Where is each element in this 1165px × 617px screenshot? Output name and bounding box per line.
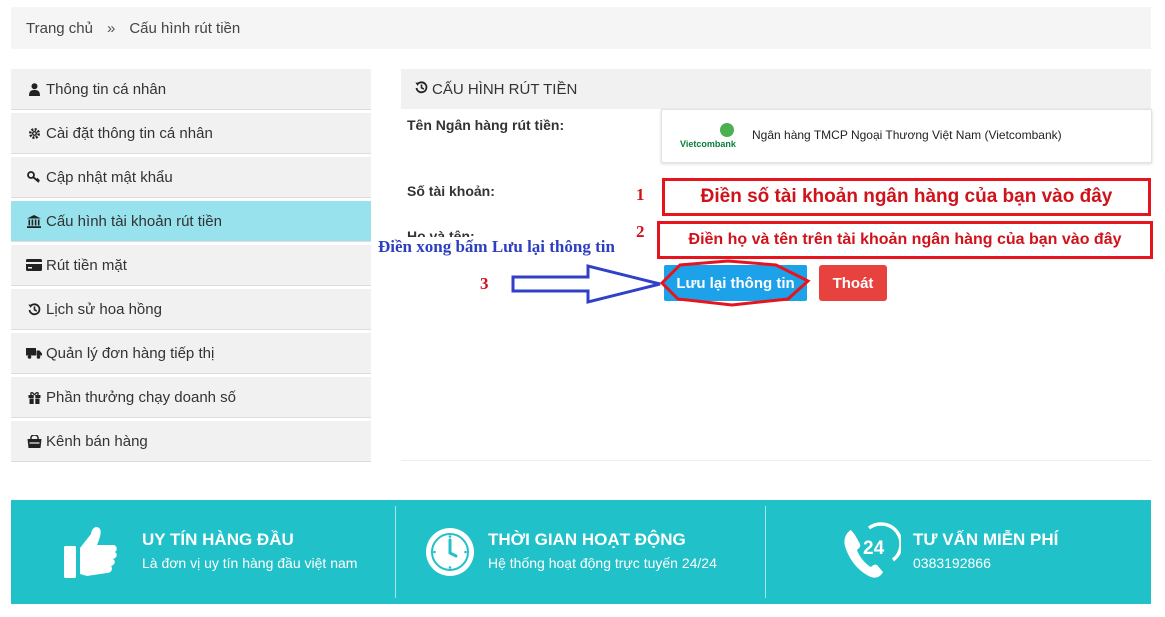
sidebar-item-marketing-orders[interactable]: Quản lý đơn hàng tiếp thị — [11, 333, 371, 374]
footer-sub-hours: Hệ thống hoạt động trực tuyến 24/24 — [488, 555, 717, 571]
truck-icon — [26, 347, 42, 359]
gear-icon — [26, 127, 42, 140]
sidebar-item-label: Phần thưởng chạy doanh số — [46, 388, 237, 406]
sidebar-item-label: Rút tiền mặt — [46, 256, 127, 274]
footer-sub-trust: Là đơn vị uy tín hàng đầu việt nam — [142, 555, 358, 571]
sidebar-item-label: Thông tin cá nhân — [46, 80, 167, 98]
footer-banner: UY TÍN HÀNG ĐẦU Là đơn vị uy tín hàng đầ… — [11, 500, 1151, 604]
callout-name-text: Điền họ và tên trên tài khoản ngân hàng … — [688, 231, 1122, 248]
bank-name-value: Ngân hàng TMCP Ngoại Thương Việt Nam (Vi… — [752, 128, 1062, 142]
sidebar: Thông tin cá nhân Cài đặt thông tin cá n… — [11, 69, 371, 465]
vietcombank-logo — [682, 123, 752, 137]
bank-name-label: Tên Ngân hàng rút tiền: — [407, 117, 565, 133]
sidebar-item-label: Quản lý đơn hàng tiếp thị — [46, 344, 215, 362]
sidebar-item-password[interactable]: Cập nhật mật khẩu — [11, 157, 371, 198]
breadcrumb: Trang chủ » Cấu hình rút tiền — [11, 7, 1151, 49]
credit-card-icon — [26, 259, 42, 271]
panel-divider — [401, 460, 1151, 461]
footer-title-consult: TƯ VẤN MIỄN PHÍ — [913, 530, 1059, 549]
step-number-2: 2 — [636, 222, 645, 241]
panel-title: CẤU HÌNH RÚT TIỀN — [432, 80, 578, 98]
callout-account-text: Điền số tài khoản ngân hàng của bạn vào … — [700, 186, 1113, 207]
footer-phone-number[interactable]: 0383192866 — [913, 555, 991, 571]
sidebar-item-label: Kênh bán hàng — [46, 432, 148, 450]
exit-button[interactable]: Thoát — [819, 265, 887, 301]
shop-icon — [26, 434, 42, 448]
bank-icon — [26, 214, 42, 228]
breadcrumb-home-link[interactable]: Trang chủ — [26, 20, 93, 37]
clock-icon — [426, 528, 474, 576]
key-icon — [26, 171, 42, 183]
phone-24-icon: 24 — [839, 520, 901, 582]
sidebar-item-commission-history[interactable]: Lịch sử hoa hồng — [11, 289, 371, 330]
sidebar-item-sales-rewards[interactable]: Phần thưởng chạy doanh số — [11, 377, 371, 418]
footer-divider — [395, 506, 396, 598]
sidebar-item-label: Cài đặt thông tin cá nhân — [46, 124, 213, 142]
save-highlight-outline — [659, 259, 811, 307]
sidebar-item-label: Lịch sử hoa hồng — [46, 300, 162, 318]
history-icon — [26, 302, 42, 316]
phone-24-badge: 24 — [863, 538, 885, 559]
user-icon — [26, 82, 42, 96]
step-number-3: 3 — [480, 274, 489, 293]
footer-title-hours: THỜI GIAN HOẠT ĐỘNG — [488, 530, 686, 549]
breadcrumb-separator: » — [106, 19, 116, 37]
sidebar-item-cash-withdraw[interactable]: Rút tiền mặt — [11, 245, 371, 286]
step-number-1: 1 — [636, 185, 645, 204]
sidebar-item-sales-channel[interactable]: Kênh bán hàng — [11, 421, 371, 462]
thumbs-up-icon — [64, 526, 117, 578]
arrow-right-icon — [511, 264, 661, 304]
vietcombank-logo-text: Vietcombank — [680, 139, 736, 149]
instruction-note: Điền xong bấm Lưu lại thông tin — [378, 237, 615, 256]
history-icon — [415, 81, 428, 97]
gift-icon — [26, 391, 42, 404]
account-number-label: Số tài khoản: — [407, 183, 495, 199]
sidebar-item-personal-info[interactable]: Thông tin cá nhân — [11, 69, 371, 110]
panel-header: CẤU HÌNH RÚT TIỀN — [401, 69, 1151, 109]
full-name-input[interactable]: Điền họ và tên trên tài khoản ngân hàng … — [657, 221, 1153, 259]
footer-title-trust: UY TÍN HÀNG ĐẦU — [142, 530, 294, 549]
vietcombank-mark-icon — [720, 123, 734, 137]
sidebar-item-label: Cập nhật mật khẩu — [46, 168, 173, 186]
breadcrumb-current: Cấu hình rút tiền — [129, 19, 241, 37]
footer-divider — [765, 506, 766, 598]
full-name-label: Họ và tên: — [407, 228, 475, 237]
sidebar-item-settings[interactable]: Cài đặt thông tin cá nhân — [11, 113, 371, 154]
account-number-input[interactable]: Điền số tài khoản ngân hàng của bạn vào … — [662, 178, 1151, 216]
save-button-wrap: Lưu lại thông tin — [659, 259, 811, 307]
sidebar-item-label: Cấu hình tài khoản rút tiền — [46, 212, 222, 230]
sidebar-item-withdraw-config[interactable]: Cấu hình tài khoản rút tiền — [11, 201, 371, 242]
